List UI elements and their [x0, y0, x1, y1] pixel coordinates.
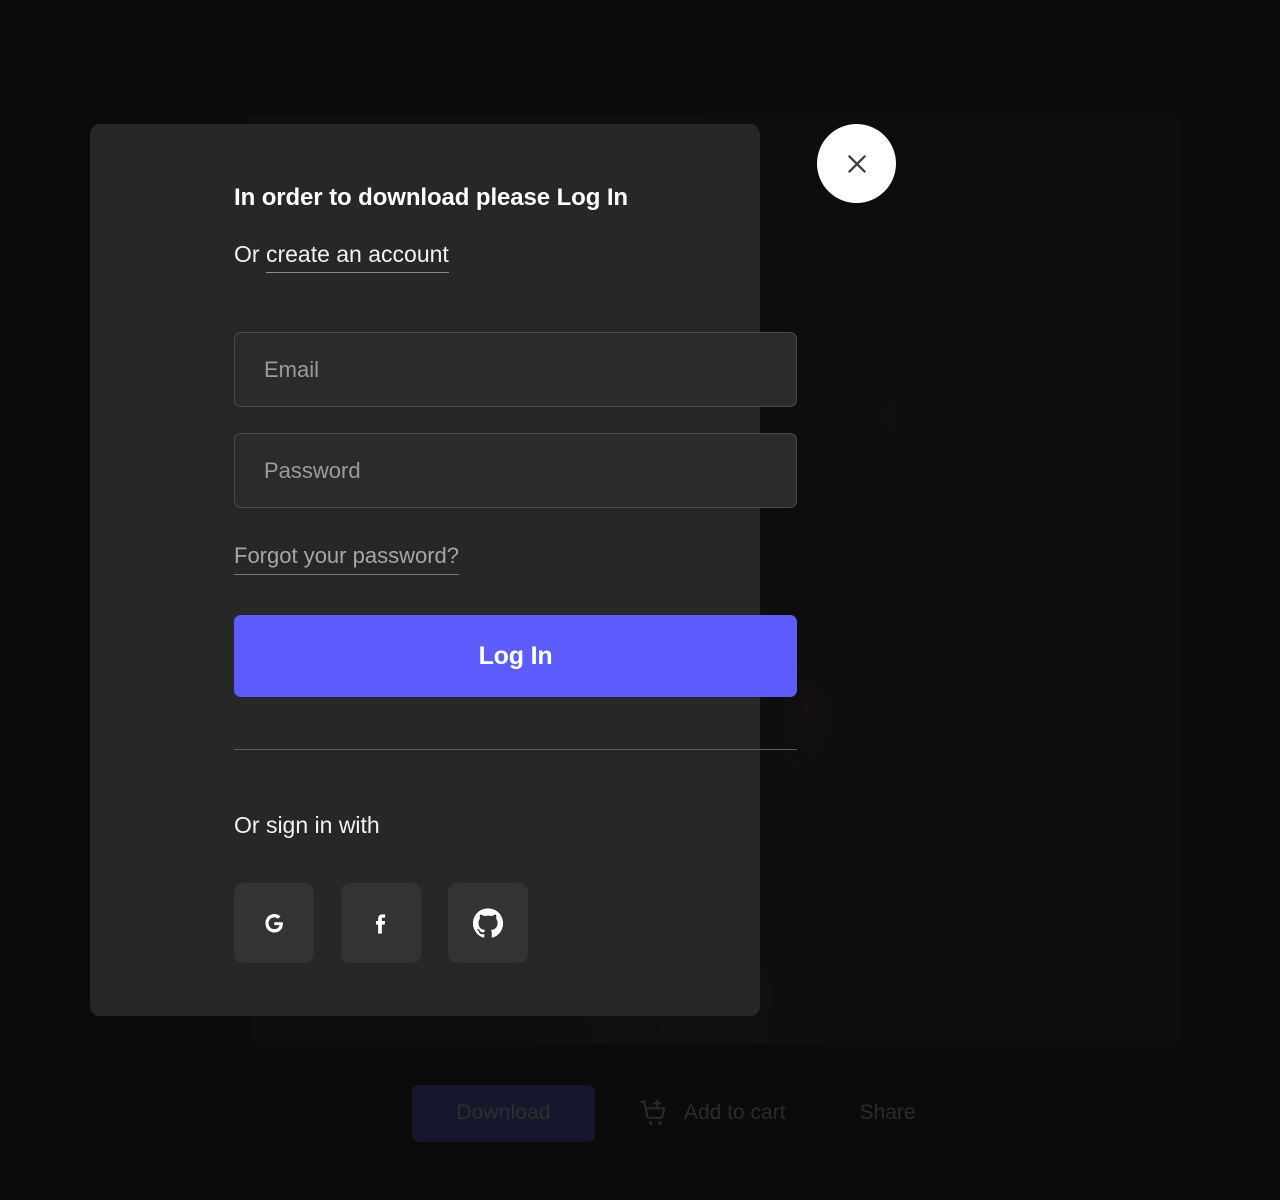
- github-icon: [473, 908, 503, 938]
- google-icon: [259, 908, 289, 938]
- forgot-password-link[interactable]: Forgot your password?: [234, 543, 459, 575]
- facebook-signin-button[interactable]: [341, 883, 421, 963]
- close-modal-button[interactable]: [817, 124, 896, 203]
- login-modal: In order to download please Log In Or cr…: [90, 124, 797, 1016]
- close-icon: [843, 150, 871, 178]
- page-title: In order to download please Log In: [234, 184, 628, 211]
- form-divider: [234, 749, 797, 750]
- password-field[interactable]: [234, 433, 797, 508]
- create-account-link[interactable]: create an account: [265, 241, 449, 273]
- login-button[interactable]: Log In: [234, 615, 797, 697]
- social-signin-heading: Or sign in with: [234, 812, 380, 838]
- create-account-prefix: Or: [234, 241, 266, 267]
- social-buttons-row: [234, 883, 528, 963]
- github-signin-button[interactable]: [448, 883, 528, 963]
- google-signin-button[interactable]: [234, 883, 314, 963]
- facebook-icon: [366, 908, 396, 938]
- email-field[interactable]: [234, 332, 797, 407]
- create-account-row: Or create an account: [234, 241, 449, 273]
